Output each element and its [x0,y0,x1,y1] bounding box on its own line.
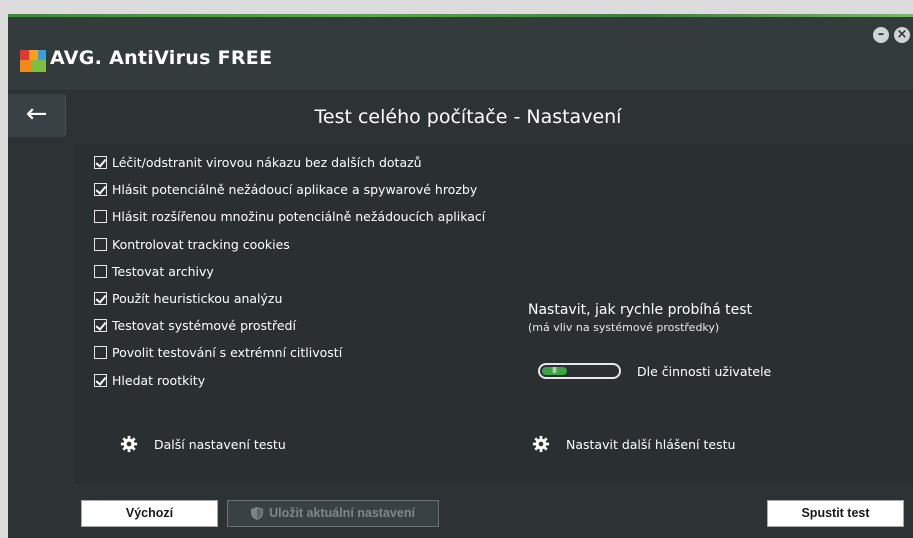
speed-subtitle: (má vliv na systémové prostředky) [528,321,720,334]
option-label: Testovat archivy [112,263,214,279]
more-settings-link[interactable]: Další nastavení testu [120,434,286,454]
option-label: Kontrolovat tracking cookies [112,236,290,252]
option-row[interactable]: Léčit/odstranit virovou nákazu bez další… [94,153,422,171]
more-settings-label: Další nastavení testu [154,436,286,452]
checkbox-unchecked[interactable] [94,264,107,278]
slider-grip-icon[interactable]: III [552,366,557,376]
speed-value-label: Dle činnosti uživatele [637,364,772,379]
arrow-left-icon: ← [25,99,48,129]
option-row[interactable]: Hlásit rozšířenou množinu potenciálně ne… [94,207,485,225]
close-icon[interactable]: × [894,27,910,43]
option-row[interactable]: Hledat rootkity [94,371,205,389]
save-settings-button[interactable]: Uložit aktuální nastavení [227,500,439,527]
option-label: Použít heuristickou analýzu [112,290,283,306]
checkbox-checked[interactable] [94,373,107,387]
option-row[interactable]: Použít heuristickou analýzu [94,289,282,307]
option-label: Testovat systémové prostředí [112,317,296,333]
option-row[interactable]: Testovat systémové prostředí [94,316,296,334]
option-row[interactable]: Povolit testování s extrémní citlivostí [94,343,342,361]
minimize-icon[interactable]: – [873,27,889,43]
default-button[interactable]: Výchozí [81,500,218,527]
option-row[interactable]: Hlásit potenciálně nežádoucí aplikace a … [94,180,477,198]
app-window: AVG. AntiVirus FREE – × ← Test celého po… [8,14,913,538]
checkbox-unchecked[interactable] [94,209,107,223]
footer-bar: Výchozí Uložit aktuální nastavení Spusti… [8,484,913,538]
checkbox-unchecked[interactable] [94,345,107,359]
checkbox-checked[interactable] [94,155,107,169]
app-title: AVG. AntiVirus FREE [50,47,272,69]
brand-name: AVG. [50,47,103,69]
page-title: Test celého počítače - Nastavení [314,106,622,128]
more-reports-link[interactable]: Nastavit další hlášení testu [532,434,735,454]
shield-icon [251,507,264,520]
speed-title: Nastavit, jak rychle probíhá test [528,302,753,318]
more-reports-label: Nastavit další hlášení testu [566,436,736,452]
option-row[interactable]: Testovat archivy [94,262,214,280]
avg-logo-icon [20,50,46,74]
checkbox-checked[interactable] [94,318,107,332]
back-button[interactable]: ← [8,94,66,137]
checkbox-unchecked[interactable] [94,237,107,251]
save-settings-label: Uložit aktuální nastavení [269,506,415,520]
option-label: Hlásit rozšířenou množinu potenciálně ne… [112,208,486,224]
start-scan-button[interactable]: Spustit test [767,500,904,527]
product-name: AntiVirus FREE [109,47,273,69]
option-label: Hlásit potenciálně nežádoucí aplikace a … [112,181,478,197]
option-label: Léčit/odstranit virovou nákazu bez další… [112,154,422,170]
checkbox-checked[interactable] [94,182,107,196]
scan-speed-slider[interactable]: III [538,363,621,379]
checkbox-checked[interactable] [94,291,107,305]
option-label: Hledat rootkity [112,372,206,388]
option-row[interactable]: Kontrolovat tracking cookies [94,235,290,253]
option-label: Povolit testování s extrémní citlivostí [112,344,343,360]
gear-icon [120,435,138,453]
title-bar: AVG. AntiVirus FREE – × [8,17,913,90]
gear-icon [532,435,550,453]
